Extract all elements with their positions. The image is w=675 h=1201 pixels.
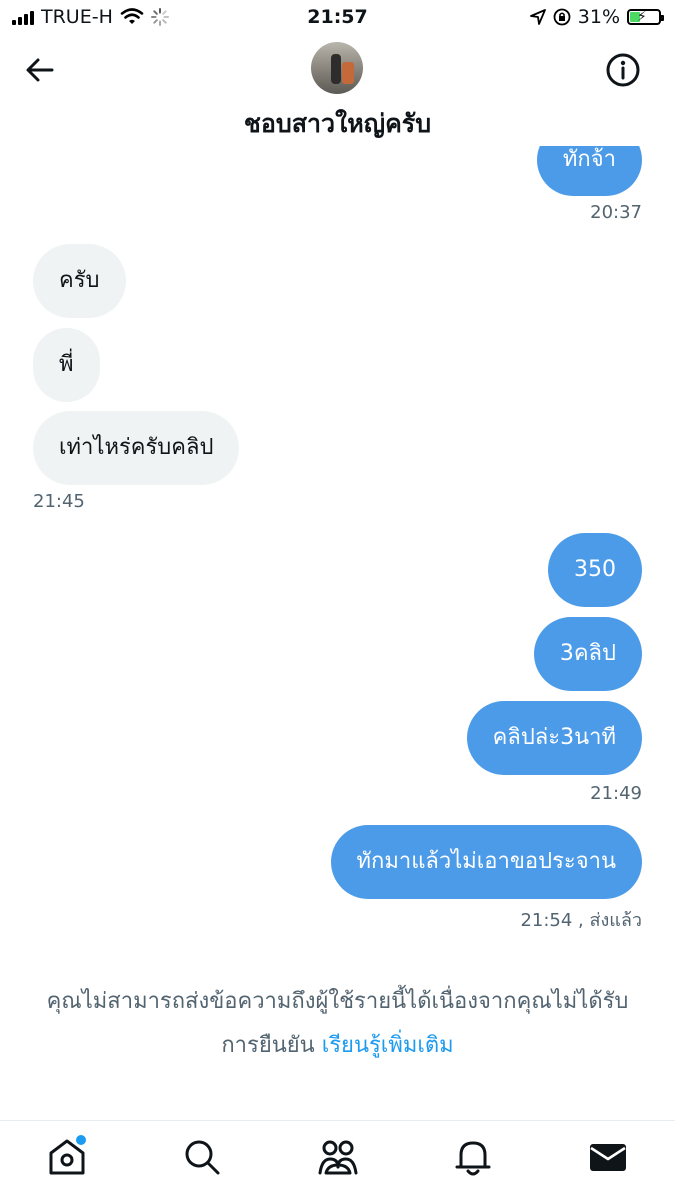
conversation-title[interactable]: ชอบสาวใหญ่ครับ xyxy=(0,104,675,144)
notification-dot xyxy=(76,1135,86,1145)
search-icon[interactable] xyxy=(180,1135,224,1179)
status-bar: TRUE-H 21:57 31% ⚡ xyxy=(0,0,675,34)
message-timestamp: 20:37 xyxy=(590,202,642,223)
avatar[interactable] xyxy=(311,42,363,94)
message-bubble-outgoing[interactable]: ทักจ้า xyxy=(536,146,642,196)
bottom-tab-bar xyxy=(0,1120,675,1201)
battery-percent: 31% xyxy=(577,6,620,28)
conversation[interactable]: ทักจ้า 20:37 ครับ พี่ เท่าไหร่ครับคลิป 2… xyxy=(0,146,675,966)
mail-icon[interactable] xyxy=(586,1135,630,1179)
message-bubble-incoming[interactable]: เท่าไหร่ครับคลิป xyxy=(33,411,240,485)
info-icon[interactable] xyxy=(605,52,641,88)
battery-icon: ⚡ xyxy=(627,9,664,25)
message-timestamp: 21:49 xyxy=(590,783,642,804)
message-bubble-outgoing[interactable]: ทักมาแล้วไม่เอาขอประจาน xyxy=(330,825,642,899)
learn-more-link[interactable]: เรียนรู้เพิ่มเติม xyxy=(322,1033,454,1058)
message-timestamp: 21:45 xyxy=(33,491,85,512)
message-bubble-outgoing[interactable]: 3คลิป xyxy=(533,617,642,691)
message-timestamp-sent: 21:54 , ส่งแล้ว xyxy=(520,910,642,931)
orientation-lock-icon xyxy=(553,8,571,26)
communities-icon[interactable] xyxy=(316,1135,360,1179)
message-bubble-incoming[interactable]: ครับ xyxy=(33,244,126,318)
message-bubble-outgoing[interactable]: 350 xyxy=(548,533,642,607)
status-right: 31% ⚡ xyxy=(529,6,664,28)
back-arrow-icon[interactable] xyxy=(22,52,58,88)
bell-icon[interactable] xyxy=(451,1135,495,1179)
message-bubble-incoming[interactable]: พี่ xyxy=(33,328,100,402)
cannot-message-notice: คุณไม่สามารถส่งข้อความถึงผู้ใช้รายนี้ได้… xyxy=(0,980,675,1068)
conversation-header: ชอบสาวใหญ่ครับ xyxy=(0,34,675,146)
notice-text: คุณไม่สามารถส่งข้อความถึงผู้ใช้รายนี้ได้… xyxy=(46,989,629,1014)
location-icon xyxy=(529,9,546,25)
notice-text-line2: การยืนยัน xyxy=(221,1033,315,1058)
message-bubble-outgoing[interactable]: คลิปล่ะ3นาที xyxy=(466,701,642,775)
